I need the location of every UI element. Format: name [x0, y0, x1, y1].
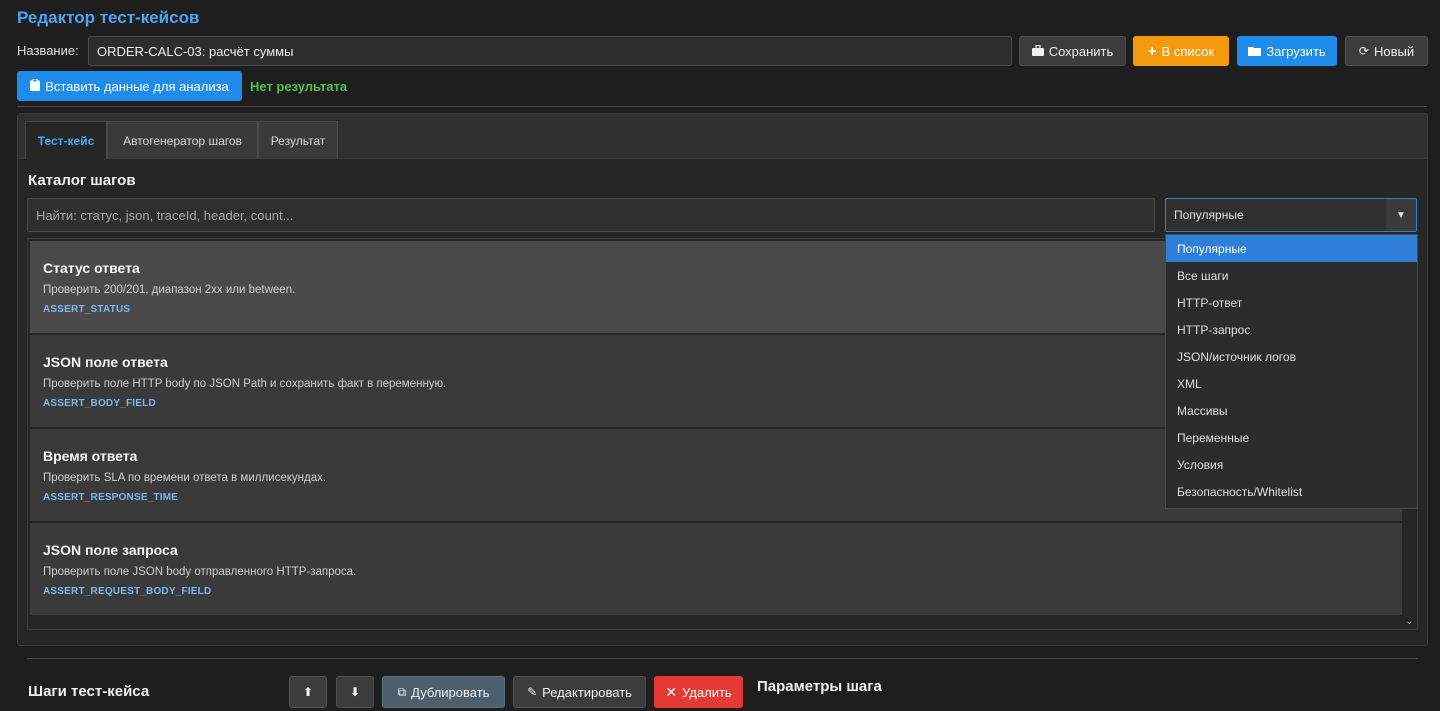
step-code: ASSERT_STATUS	[43, 304, 131, 315]
catalog-filter-value: Популярные	[1174, 208, 1244, 222]
arrow-up-icon: ⬆	[302, 685, 314, 699]
edit-label: Редактировать	[542, 684, 632, 700]
name-input[interactable]	[88, 36, 1012, 66]
result-status: Нет результата	[250, 79, 348, 94]
scroll-down-icon[interactable]: ⌄	[1405, 616, 1413, 627]
paste-data-button[interactable]: Вставить данные для анализа	[17, 71, 242, 101]
filter-option-variables[interactable]: Переменные	[1166, 425, 1417, 452]
name-label: Название:	[17, 43, 79, 58]
add-to-list-label: В список	[1161, 43, 1215, 59]
header-divider	[17, 106, 1427, 107]
new-button-label: Новый	[1373, 43, 1415, 59]
filter-option-all[interactable]: Все шаги	[1166, 262, 1417, 289]
arrow-down-icon: ⬇	[349, 685, 361, 699]
filter-option-security[interactable]: Безопасность/Whitelist	[1166, 479, 1417, 506]
catalog-title: Каталог шагов	[28, 172, 136, 189]
edit-button[interactable]: ✎ Редактировать	[513, 676, 646, 708]
duplicate-label: Дублировать	[411, 684, 490, 700]
filter-option-arrays[interactable]: Массивы	[1166, 398, 1417, 425]
save-button-label: Сохранить	[1048, 43, 1114, 59]
step-description: Проверить поле HTTP body по JSON Path и …	[43, 378, 447, 390]
move-down-button[interactable]: ⬇	[336, 676, 374, 708]
load-button-label: Загрузить	[1266, 43, 1326, 59]
dropdown-arrow-icon: ▼	[1386, 199, 1416, 231]
paste-data-label: Вставить данные для анализа	[45, 78, 229, 94]
filter-option-conditions[interactable]: Условия	[1166, 452, 1417, 479]
load-button[interactable]: Загрузить	[1237, 36, 1337, 66]
delete-label: Удалить	[682, 684, 732, 700]
move-up-button[interactable]: ⬆	[289, 676, 327, 708]
save-button[interactable]: Сохранить	[1019, 36, 1126, 66]
catalog-filter-select[interactable]: Популярные ▼	[1165, 198, 1417, 232]
duplicate-button[interactable]: ⧉ Дублировать	[382, 676, 505, 708]
clipboard-icon	[30, 78, 41, 93]
section-divider	[27, 658, 1418, 659]
refresh-icon: ⟳	[1358, 44, 1369, 58]
filter-option-json-logs[interactable]: JSON/источник логов	[1166, 343, 1417, 370]
tab-result[interactable]: Результат	[258, 121, 338, 159]
close-icon: ✕	[665, 684, 678, 700]
step-title: JSON поле запроса	[43, 542, 178, 558]
catalog-filter-dropdown: Популярные Все шаги HTTP-ответ HTTP-запр…	[1165, 234, 1418, 509]
copy-icon: ⧉	[397, 685, 407, 699]
add-to-list-button[interactable]: + В список	[1133, 36, 1229, 66]
tab-bar: Тест-кейс Автогенератор шагов Результат	[18, 114, 1427, 159]
step-card-assert-request-body-field[interactable]: JSON поле запроса Проверить поле JSON bo…	[30, 523, 1402, 615]
step-title: Статус ответа	[43, 260, 140, 276]
steps-section-title: Шаги тест-кейса	[28, 683, 150, 700]
folder-icon	[1248, 45, 1262, 58]
step-params-title: Параметры шага	[757, 678, 882, 695]
plus-icon: +	[1147, 42, 1157, 60]
pencil-icon: ✎	[527, 685, 538, 699]
filter-option-http-response[interactable]: HTTP-ответ	[1166, 289, 1417, 316]
step-code: ASSERT_RESPONSE_TIME	[43, 492, 179, 503]
step-description: Проверить 200/201, диапазон 2xx или betw…	[43, 284, 296, 296]
filter-option-http-request[interactable]: HTTP-запрос	[1166, 316, 1417, 343]
step-description: Проверить SLA по времени ответа в миллис…	[43, 472, 327, 484]
app-title: Редактор тест-кейсов	[17, 8, 200, 27]
step-code: ASSERT_REQUEST_BODY_FIELD	[43, 586, 212, 597]
delete-button[interactable]: ✕ Удалить	[654, 676, 743, 708]
new-button[interactable]: ⟳ Новый	[1345, 36, 1428, 66]
tab-step-generator[interactable]: Автогенератор шагов	[107, 121, 258, 159]
step-code: ASSERT_BODY_FIELD	[43, 398, 156, 409]
briefcase-icon	[1031, 44, 1044, 58]
filter-option-popular[interactable]: Популярные	[1166, 235, 1417, 263]
filter-option-xml[interactable]: XML	[1166, 370, 1417, 397]
tab-test-case[interactable]: Тест-кейс	[25, 121, 107, 159]
step-title: Время ответа	[43, 448, 138, 464]
step-description: Проверить поле JSON body отправленного H…	[43, 566, 357, 578]
step-title: JSON поле ответа	[43, 354, 168, 370]
catalog-search-input[interactable]	[27, 198, 1155, 232]
